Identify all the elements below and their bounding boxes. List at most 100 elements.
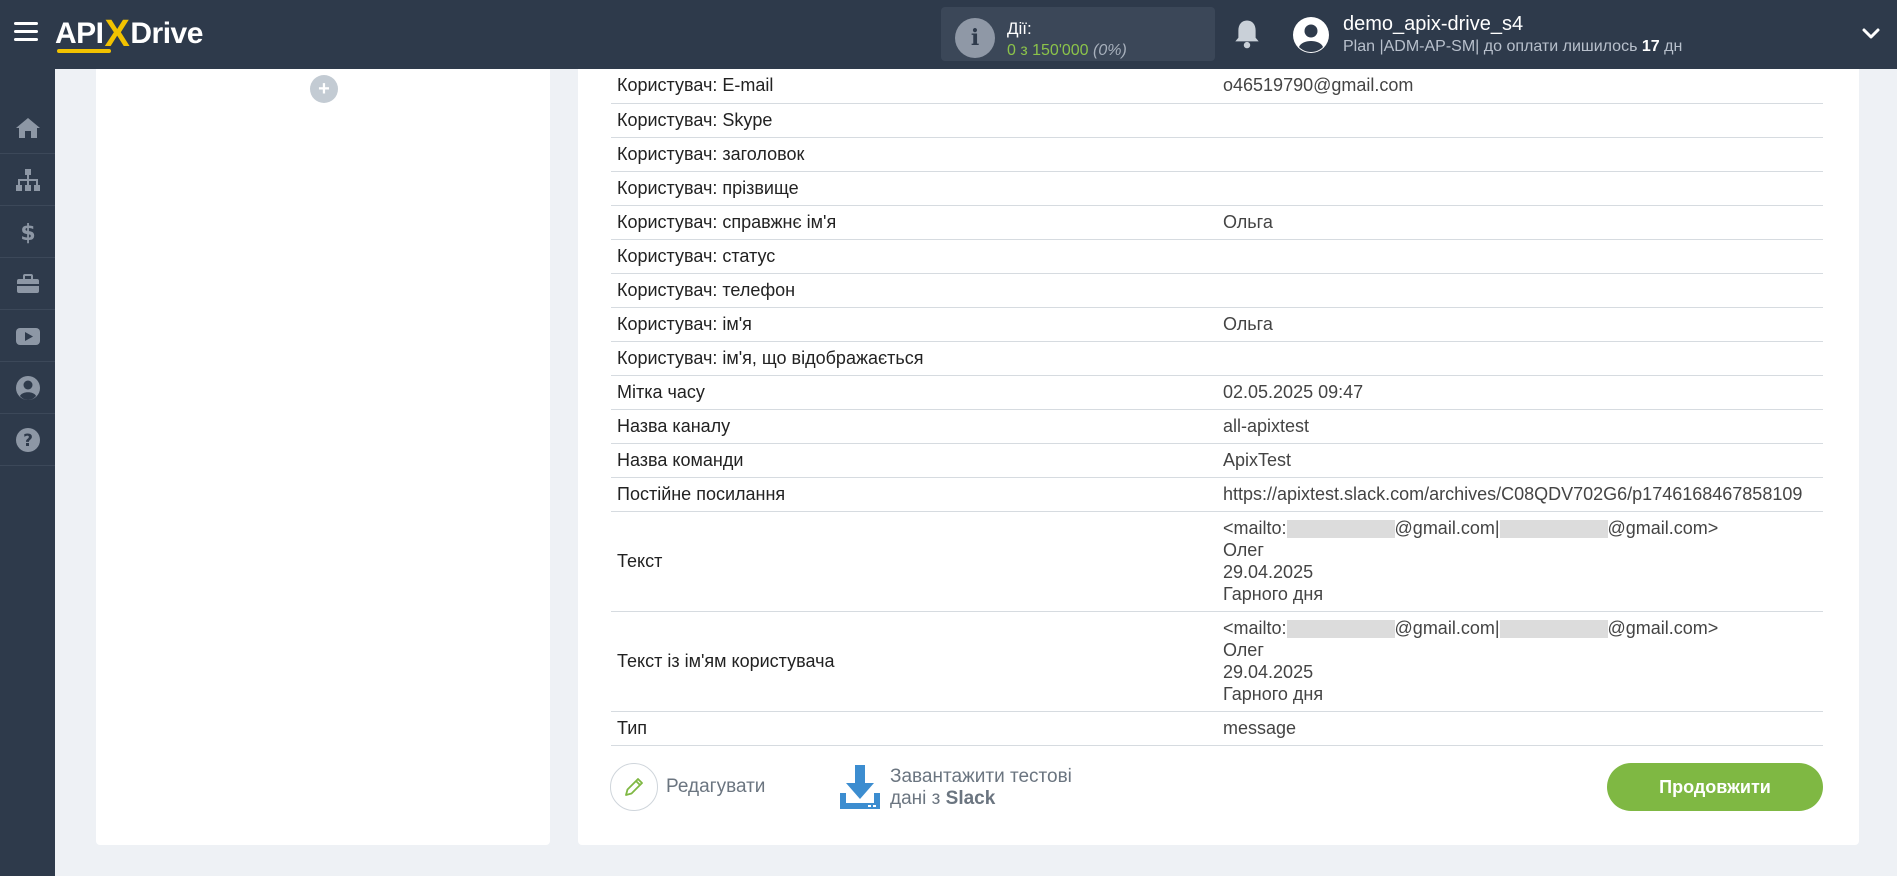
bell-icon[interactable] <box>1232 18 1262 50</box>
edit-button[interactable] <box>610 763 658 811</box>
table-row: Користувач: ім'я Ольга <box>611 307 1823 342</box>
sidebar-item-help[interactable]: ? <box>0 414 55 466</box>
sidebar-item-connections[interactable] <box>0 154 55 206</box>
table-row: Користувач: Skype <box>611 103 1823 138</box>
field-value: Ольга <box>1217 307 1823 342</box>
table-row: Користувач: статус <box>611 239 1823 274</box>
field-key: Тип <box>611 711 1217 746</box>
help-icon: ? <box>15 427 40 452</box>
actions-count-value: 0 з 150'000 <box>1007 42 1089 59</box>
download-test-data[interactable]: Завантажити тестові дані з Slack <box>836 763 1072 813</box>
user-name[interactable]: demo_apix-drive_s4 <box>1343 13 1523 36</box>
table-row: Користувач: заголовок <box>611 137 1823 172</box>
logo-api: API <box>55 17 104 50</box>
text-line: Олег <box>1223 540 1264 560</box>
home-icon <box>15 117 40 138</box>
user-plan: Plan |ADM-AP-SM| до оплати лишилось 17 д… <box>1343 38 1682 56</box>
mail-suffix: @gmail.com> <box>1607 618 1719 638</box>
field-value <box>1217 171 1823 206</box>
field-value: all-apixtest <box>1217 409 1823 444</box>
field-value: 02.05.2025 09:47 <box>1217 375 1823 410</box>
sidebar-item-profile[interactable] <box>0 362 55 414</box>
table-row: Постійне посилання https://apixtest.slack… <box>611 477 1823 512</box>
sidebar-item-projects[interactable] <box>0 258 55 310</box>
table-row: Користувач: ім'я, що відображається <box>611 341 1823 376</box>
sidebar-item-home[interactable] <box>0 102 55 154</box>
table-row: Користувач: телефон <box>611 273 1823 308</box>
field-value <box>1217 341 1823 376</box>
dollar-icon: $ <box>20 221 35 245</box>
text-line: Гарного дня <box>1223 684 1324 704</box>
field-key: Назва команди <box>611 443 1217 478</box>
table-row: Тип message <box>611 711 1823 746</box>
table-row: Користувач: прізвище <box>611 171 1823 206</box>
actions-percent: (0%) <box>1093 42 1127 59</box>
continue-button[interactable]: Продовжити <box>1607 763 1823 811</box>
field-key: Користувач: справжнє ім'я <box>611 205 1217 240</box>
field-value: message <box>1217 711 1823 746</box>
redacted-block <box>1286 620 1395 639</box>
mail-mid: @gmail.com| <box>1394 518 1500 538</box>
field-value: Ольга <box>1217 205 1823 240</box>
info-icon: i <box>955 18 995 58</box>
field-key: Користувач: Skype <box>611 103 1217 138</box>
table-row: Назва команди ApixTest <box>611 443 1823 478</box>
mail-prefix: <mailto: <box>1223 618 1287 638</box>
redacted-block <box>1286 520 1395 539</box>
table-row: Мітка часу 02.05.2025 09:47 <box>611 375 1823 410</box>
add-button[interactable]: + <box>310 75 338 103</box>
table-row: Користувач: E-mail o46519790@gmail.com <box>611 69 1823 104</box>
field-key: Користувач: ім'я <box>611 307 1217 342</box>
field-value: <mailto: @gmail.com| @gmail.com> Олег 29.0… <box>1217 611 1823 712</box>
field-key: Користувач: телефон <box>611 273 1217 308</box>
redacted-block <box>1499 620 1608 639</box>
sidebar-item-billing[interactable]: $ <box>0 206 55 258</box>
text-line: Олег <box>1223 640 1264 660</box>
download-line2-prefix: дані з <box>890 788 946 809</box>
table-row: Користувач: справжнє ім'я Ольга <box>611 205 1823 240</box>
edit-label[interactable]: Редагувати <box>666 776 765 798</box>
download-label[interactable]: Завантажити тестові дані з Slack <box>890 766 1072 810</box>
plan-days-suffix: дн <box>1659 38 1683 55</box>
field-value <box>1217 137 1823 172</box>
sidebar-item-video[interactable] <box>0 310 55 362</box>
left-panel: + <box>96 69 550 845</box>
field-key: Назва каналу <box>611 409 1217 444</box>
actions-label: Дії: <box>1007 19 1032 38</box>
sitemap-icon <box>15 168 40 191</box>
briefcase-icon <box>16 273 39 293</box>
download-icon <box>840 765 880 809</box>
field-key: Постійне посилання <box>611 477 1217 512</box>
mail-suffix: @gmail.com> <box>1607 518 1719 538</box>
field-value <box>1217 103 1823 138</box>
pencil-icon <box>625 778 643 796</box>
field-value: ApixTest <box>1217 443 1823 478</box>
field-value <box>1217 239 1823 274</box>
field-key: Користувач: прізвище <box>611 171 1217 206</box>
field-value: https://apixtest.slack.com/archives/C08Q… <box>1217 477 1823 512</box>
actions-counter: i Дії: 0 з 150'000 (0%) <box>941 7 1215 61</box>
menu-icon[interactable] <box>14 22 38 42</box>
main-panel: Користувач: E-mail o46519790@gmail.com Кор… <box>578 69 1859 845</box>
user-circle-icon <box>15 375 40 400</box>
field-value: o46519790@gmail.com <box>1217 69 1823 104</box>
edit-action[interactable]: Редагувати <box>610 763 765 811</box>
download-source: Slack <box>945 788 996 809</box>
field-value <box>1217 273 1823 308</box>
plan-days: 17 <box>1641 38 1660 55</box>
field-key: Мітка часу <box>611 375 1217 410</box>
download-line1: Завантажити тестові <box>890 766 1072 787</box>
field-key: Користувач: заголовок <box>611 137 1217 172</box>
chevron-down-icon[interactable] <box>1861 24 1881 44</box>
table-row: Текст <mailto: @gmail.com| @gmail.com> Оле… <box>611 511 1823 612</box>
plan-prefix: Plan |ADM-AP-SM| до оплати лишилось <box>1343 38 1642 55</box>
actions-count: 0 з 150'000 (0%) <box>1007 42 1127 60</box>
mail-prefix: <mailto: <box>1223 518 1287 538</box>
table-row: Назва каналу all-apixtest <box>611 409 1823 444</box>
logo[interactable]: API X Drive <box>55 12 203 56</box>
field-key: Користувач: ім'я, що відображається <box>611 341 1217 376</box>
field-value: <mailto: @gmail.com| @gmail.com> Олег 29.0… <box>1217 511 1823 612</box>
sidebar: $ ? <box>0 69 55 876</box>
avatar[interactable] <box>1293 17 1329 53</box>
top-bar: API X Drive i Дії: 0 з 150'000 (0%) demo_a… <box>0 0 1897 69</box>
